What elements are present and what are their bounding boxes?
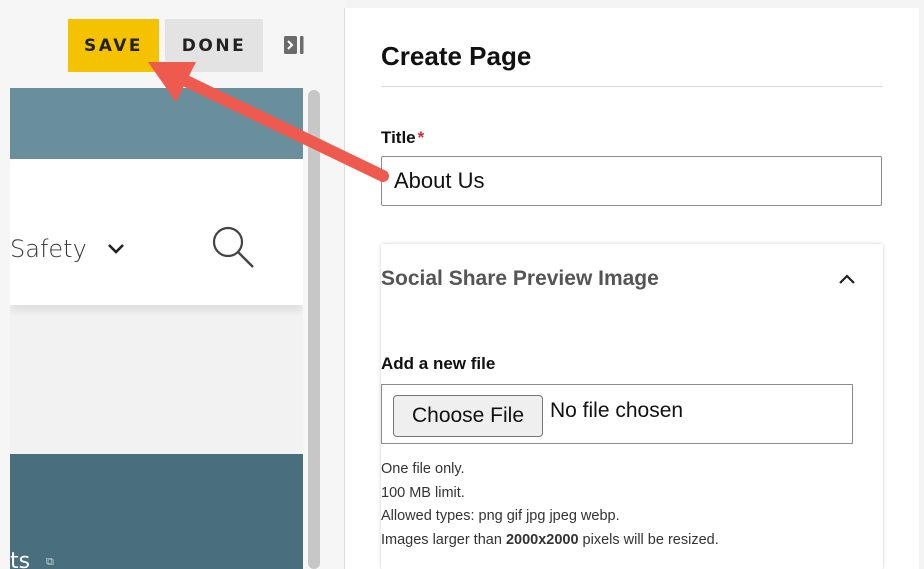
- help-line-resize: Images larger than 2000x2000 pixels will…: [381, 529, 719, 553]
- preview-content-band: ts ⧉: [10, 454, 303, 569]
- help-line-count: One file only.: [381, 461, 465, 477]
- scrollbar-thumb[interactable]: [308, 90, 320, 569]
- preview-navigation: Safety: [10, 159, 303, 305]
- chevron-up-icon[interactable]: [838, 272, 856, 286]
- help-resize-suffix: pixels will be resized.: [578, 531, 719, 548]
- done-button[interactable]: DONE: [165, 19, 263, 72]
- save-button[interactable]: SAVE: [68, 19, 159, 72]
- divider: [381, 86, 883, 87]
- social-share-fieldset: Social Share Preview Image Add a new fil…: [381, 244, 883, 569]
- chevron-down-icon[interactable]: [106, 242, 126, 256]
- editor-toolbar: SAVE DONE: [0, 0, 345, 88]
- choose-file-button[interactable]: Choose File: [393, 395, 543, 437]
- site-preview: Safety ts ⧉: [10, 88, 303, 569]
- create-page-panel: Create Page Title* Social Share Preview …: [344, 8, 919, 569]
- sidebar-collapse-icon[interactable]: [283, 34, 305, 56]
- preview-band-text: ts: [10, 549, 31, 569]
- file-help-text: One file only. 100 MB limit. Allowed typ…: [381, 458, 719, 552]
- file-upload-input[interactable]: Choose File No file chosen: [381, 384, 853, 444]
- search-icon[interactable]: [209, 223, 257, 271]
- nav-item-safety[interactable]: Safety: [10, 235, 87, 263]
- social-share-toggle[interactable]: Social Share Preview Image: [381, 244, 883, 314]
- title-label-text: Title: [381, 128, 416, 147]
- title-field-label: Title *: [381, 128, 424, 148]
- file-status-text: No file chosen: [550, 399, 684, 422]
- title-input[interactable]: [381, 156, 882, 206]
- add-file-label: Add a new file: [381, 354, 496, 373]
- social-share-heading: Social Share Preview Image: [381, 267, 659, 290]
- help-resize-prefix: Images larger than: [381, 531, 506, 548]
- preview-header-band: [10, 88, 303, 159]
- required-marker: *: [417, 128, 425, 147]
- help-resize-dimensions: 2000x2000: [505, 531, 579, 548]
- panel-title: Create Page: [381, 41, 532, 71]
- page-preview-area: SAVE DONE Safety ts ⧉: [0, 0, 345, 569]
- external-link-icon: ⧉: [46, 556, 54, 568]
- help-line-types: Allowed types: png gif jpg jpeg webp.: [381, 508, 620, 524]
- help-line-size: 100 MB limit.: [381, 484, 465, 501]
